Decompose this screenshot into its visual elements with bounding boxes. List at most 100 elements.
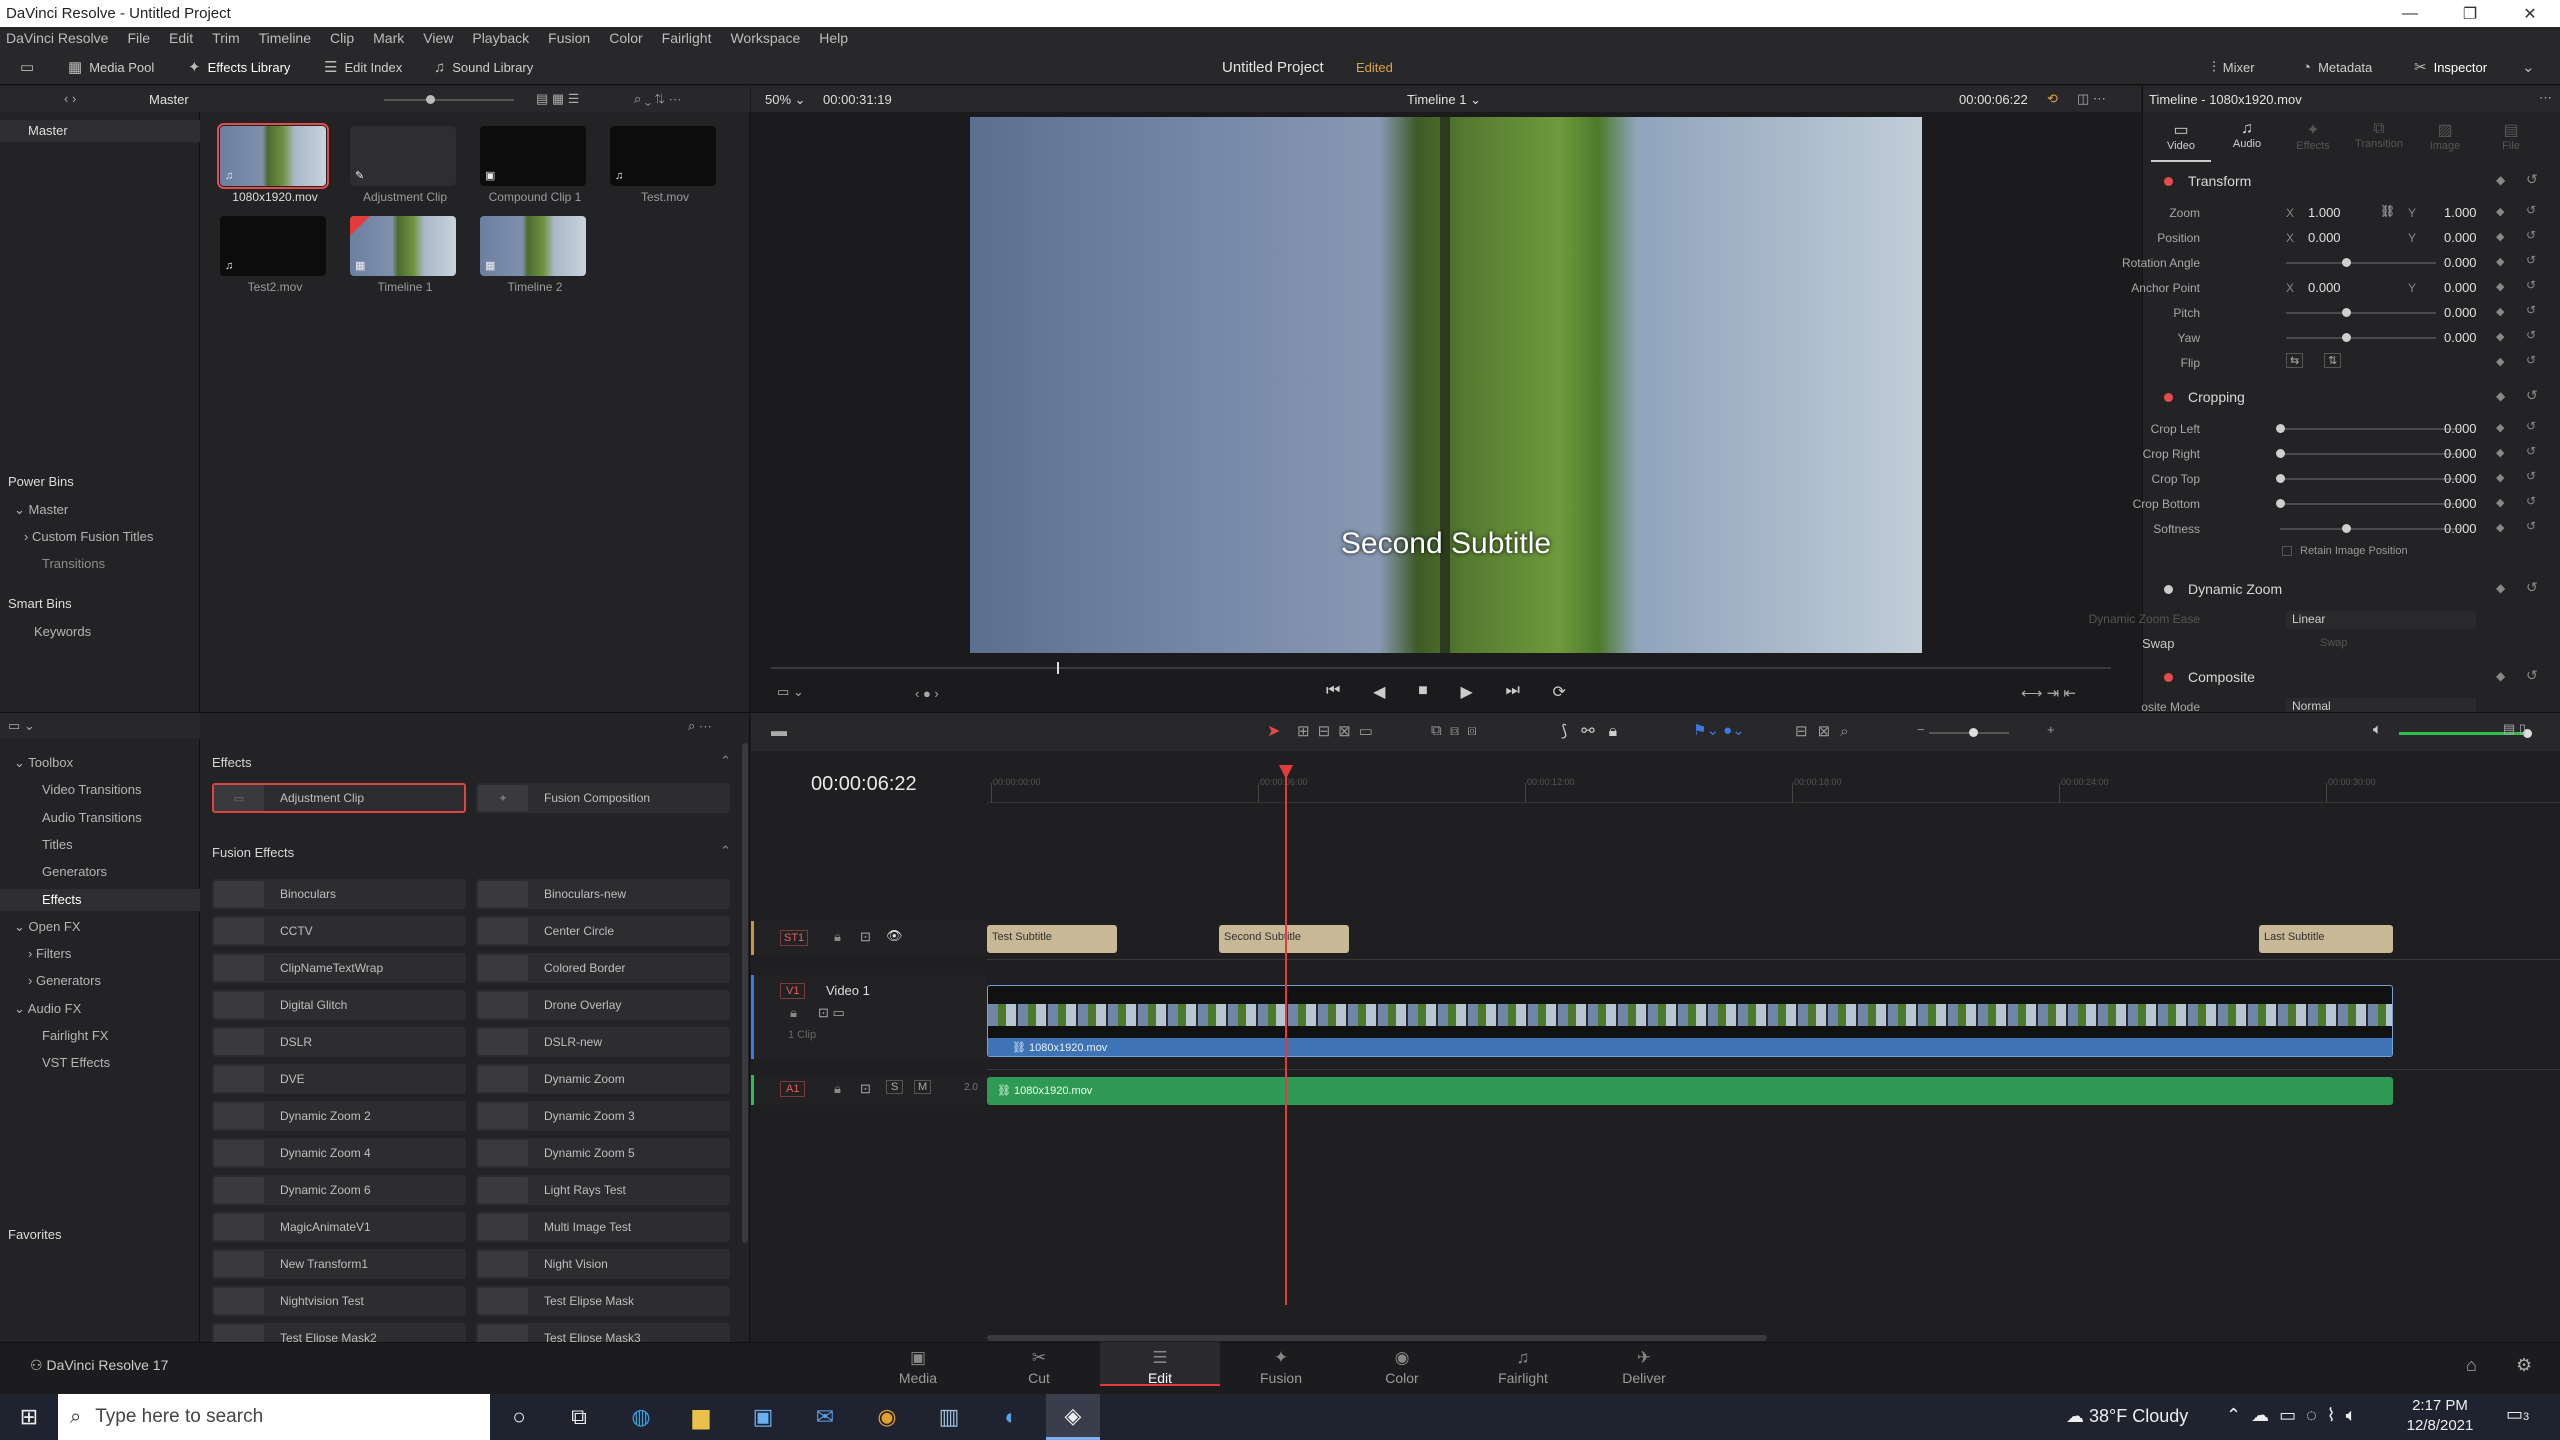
page-tab-media[interactable]: ▣ Media — [858, 1342, 978, 1386]
snap-link-lock-icons[interactable]: ⟆⚯🔒︎ — [1561, 721, 1631, 741]
meter-icon[interactable]: ▤ ▯ — [2503, 721, 2526, 737]
st1-enable-icon[interactable]: ⊡ — [860, 929, 871, 945]
fusion-effect-item[interactable]: Dynamic Zoom 3 — [476, 1101, 730, 1131]
media-pool-button[interactable]: ▦ Media Pool — [68, 49, 154, 85]
qb-icon[interactable]: ◐ — [984, 1394, 1038, 1440]
param-slider[interactable] — [2286, 312, 2436, 314]
a1-enable-icon[interactable]: ⊡ — [860, 1081, 871, 1097]
param-value[interactable]: 0.000 — [2444, 446, 2477, 461]
a1-mute-button[interactable]: M — [914, 1080, 932, 1094]
fusion-effect-item[interactable]: Dynamic Zoom — [476, 1064, 730, 1094]
fusion-effect-item[interactable]: Nightvision Test — [212, 1286, 466, 1316]
keyframe-icon[interactable]: ◆ — [2496, 305, 2504, 318]
volume-icon[interactable]: 🔈︎ — [2373, 721, 2382, 738]
taskbar-date[interactable]: 12/8/2021 — [2400, 1417, 2480, 1434]
fusion-effect-item[interactable]: Colored Border — [476, 953, 730, 983]
fx-tree-filters[interactable]: › Filters — [28, 946, 71, 961]
fusion-effect-item[interactable]: DVE — [212, 1064, 466, 1094]
fusion-effect-item[interactable]: Binoculars — [212, 879, 466, 909]
fx-tree-generators[interactable]: Generators — [42, 864, 107, 879]
param-x-value[interactable]: 0.000 — [2308, 280, 2341, 295]
page-tab-cut[interactable]: ✂ Cut — [979, 1342, 1099, 1386]
page-tab-edit[interactable]: ☰ Edit — [1100, 1342, 1220, 1386]
inspector-tab-audio[interactable]: ♫ Audio — [2217, 120, 2277, 162]
play-icon[interactable]: ▶ — [1460, 682, 1472, 702]
zoom-mode-icons[interactable]: ⊟⊠⌕ — [1795, 722, 1859, 740]
reset-icon[interactable]: ↺ — [2526, 387, 2538, 404]
slider-handle[interactable] — [2342, 524, 2351, 533]
param-slider[interactable] — [2280, 428, 2460, 430]
param-slider[interactable] — [2280, 503, 2460, 505]
workspace-icon[interactable]: ▭ — [20, 49, 41, 85]
keyframe-icon[interactable]: ◆ — [2496, 205, 2504, 218]
notification-icon[interactable]: ▭3 — [2506, 1404, 2529, 1425]
inspector-tab-image[interactable]: ▨ Image — [2415, 120, 2475, 162]
reset-icon[interactable]: ↺ — [2526, 579, 2538, 596]
media-pool-clip[interactable]: ♫ 1080x1920.mov — [217, 123, 330, 204]
param-y-value[interactable]: 0.000 — [2444, 280, 2477, 295]
a1-lock-icon[interactable]: 🔒︎ — [834, 1081, 841, 1097]
scrubber-playhead[interactable] — [1057, 662, 1059, 674]
media-pool-clip[interactable]: ♫ Test2.mov — [220, 216, 330, 294]
edit-tools-icons[interactable]: ⊞⊟⊠▭ — [1297, 722, 1381, 740]
transform-tool-icon[interactable]: ▭ ⌄ — [777, 684, 804, 700]
settings-gear-icon[interactable]: ⚙ — [2516, 1355, 2532, 1376]
sound-library-button[interactable]: ♫ Sound Library — [434, 49, 533, 85]
fusion-effect-item[interactable]: Drone Overlay — [476, 990, 730, 1020]
fx-tree-titles[interactable]: Titles — [42, 837, 73, 852]
viewer-timeline-name[interactable]: Timeline 1 ⌄ — [1407, 92, 1481, 108]
menu-playback[interactable]: Playback — [472, 30, 529, 46]
transform-section[interactable]: Transform ◆ ↺ — [2142, 170, 2560, 194]
inspector-more-icon[interactable]: ⋯ — [2539, 90, 2552, 106]
slider-handle[interactable] — [2342, 333, 2351, 342]
slider-handle[interactable] — [2276, 474, 2285, 483]
swap-button-label[interactable]: Swap — [2320, 637, 2348, 649]
video-frame[interactable]: Second Subtitle — [970, 117, 1922, 653]
reset-icon[interactable]: ↺ — [2526, 444, 2536, 458]
reset-icon[interactable]: ↺ — [2526, 419, 2536, 433]
menu-workspace[interactable]: Workspace — [730, 30, 800, 46]
menu-clip[interactable]: Clip — [330, 30, 354, 46]
keyframe-icon[interactable]: ◆ — [2496, 255, 2504, 268]
param-y-value[interactable]: 1.000 — [2444, 205, 2477, 220]
reset-icon[interactable]: ↺ — [2526, 519, 2536, 533]
bin-master[interactable]: Master — [28, 123, 68, 138]
effect-fusion-composition[interactable]: ✦ Fusion Composition — [476, 783, 730, 813]
fusion-effect-item[interactable]: MagicAnimateV1 — [212, 1212, 466, 1242]
resolve-taskbar-icon[interactable]: ◈ — [1046, 1394, 1100, 1440]
dynamic-zoom-ease-select[interactable]: Linear — [2286, 611, 2476, 629]
flip-horizontal-icon[interactable]: ⇆ — [2286, 353, 2304, 368]
fusion-effect-item[interactable]: Night Vision — [476, 1249, 730, 1279]
fusion-effect-item[interactable]: Dynamic Zoom 2 — [212, 1101, 466, 1131]
inspector-button[interactable]: ✂ Inspector — [2414, 49, 2487, 85]
keyframe-icon[interactable]: ◆ — [2496, 389, 2505, 403]
param-value[interactable]: 0.000 — [2444, 496, 2477, 511]
fusion-effect-item[interactable]: CCTV — [212, 916, 466, 946]
fx-tree-effects[interactable]: Effects — [42, 892, 82, 907]
home-icon[interactable]: ⌂ — [2466, 1355, 2477, 1376]
edit-index-button[interactable]: ☰ Edit Index — [324, 49, 402, 85]
effects-library-button[interactable]: ✦ Effects Library — [188, 49, 290, 85]
keyframe-icon[interactable]: ◆ — [2496, 230, 2504, 243]
reset-icon[interactable]: ↺ — [2526, 353, 2536, 367]
slider-handle[interactable] — [2342, 308, 2351, 317]
loop-icon[interactable]: ⟳ — [1553, 682, 1566, 702]
fusion-effect-item[interactable]: Center Circle — [476, 916, 730, 946]
dynamic-zoom-section[interactable]: Dynamic Zoom ◆ ↺ — [2142, 578, 2560, 602]
windows-start-icon[interactable]: ⊞ — [2, 1394, 56, 1440]
fusion-effect-item[interactable]: DSLR-new — [476, 1027, 730, 1057]
view-mode-icons[interactable]: ▤ ▦ ☰ — [536, 91, 579, 107]
st1-lock-icon[interactable]: 🔒︎ — [834, 929, 841, 945]
nav-arrows-icon[interactable]: ‹ › — [64, 91, 76, 106]
composite-section[interactable]: Composite ◆ ↺ — [2142, 666, 2560, 690]
menu-mark[interactable]: Mark — [373, 30, 404, 46]
keyframe-icon[interactable]: ◆ — [2496, 280, 2504, 293]
v1-enable-icon[interactable]: ⊡ ▭ — [818, 1005, 845, 1021]
menu-trim[interactable]: Trim — [212, 30, 239, 46]
param-y-value[interactable]: 0.000 — [2444, 230, 2477, 245]
reset-icon[interactable]: ↺ — [2526, 278, 2536, 292]
mail-icon[interactable]: ✉ — [798, 1394, 852, 1440]
menu-fairlight[interactable]: Fairlight — [662, 30, 712, 46]
param-slider[interactable] — [2280, 453, 2460, 455]
menu-help[interactable]: Help — [819, 30, 848, 46]
